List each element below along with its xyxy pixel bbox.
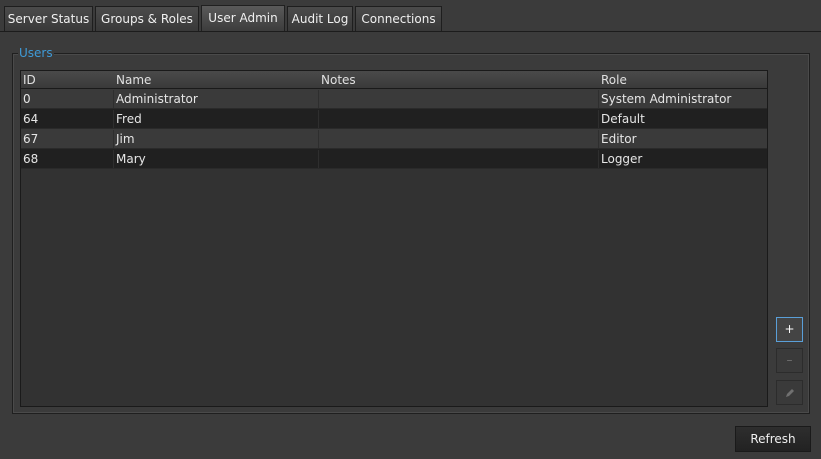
add-user-button[interactable]: + bbox=[776, 317, 803, 342]
tab-server-status[interactable]: Server Status bbox=[4, 6, 93, 32]
users-panel-title: Users bbox=[18, 46, 54, 60]
pencil-icon bbox=[784, 388, 796, 402]
tab-bar-divider bbox=[0, 31, 821, 32]
tab-bar: Server Status Groups & Roles User Admin … bbox=[0, 0, 821, 32]
cell-id: 0 bbox=[21, 90, 114, 108]
cell-role: System Administrator bbox=[601, 92, 732, 106]
cell-role: Default bbox=[601, 112, 645, 126]
column-header-name[interactable]: Name bbox=[114, 71, 319, 89]
cell-notes bbox=[319, 150, 599, 168]
cell-name: Administrator bbox=[114, 90, 319, 108]
table-row[interactable]: 67 Jim Editor bbox=[21, 129, 767, 149]
cell-role: Editor bbox=[601, 132, 637, 146]
cell-id: 68 bbox=[21, 150, 114, 168]
cell-notes bbox=[319, 90, 599, 108]
table-row[interactable]: 64 Fred Default bbox=[21, 109, 767, 129]
table-header: ID Name Notes Role bbox=[21, 71, 767, 89]
table-row[interactable]: 68 Mary Logger bbox=[21, 149, 767, 169]
cell-name: Jim bbox=[114, 130, 319, 148]
cell-role: Logger bbox=[601, 152, 643, 166]
column-header-notes[interactable]: Notes bbox=[319, 71, 599, 89]
cell-name: Mary bbox=[114, 150, 319, 168]
tab-connections[interactable]: Connections bbox=[355, 6, 442, 32]
column-header-role[interactable]: Role bbox=[599, 71, 767, 89]
users-table[interactable]: ID Name Notes Role 0 Administrator Syste… bbox=[20, 70, 768, 407]
refresh-button[interactable]: Refresh bbox=[735, 426, 811, 452]
cell-name: Fred bbox=[114, 110, 319, 128]
table-row[interactable]: 0 Administrator System Administrator bbox=[21, 89, 767, 109]
cell-id: 64 bbox=[21, 110, 114, 128]
column-header-id[interactable]: ID bbox=[21, 71, 114, 89]
tab-groups-roles[interactable]: Groups & Roles bbox=[95, 6, 199, 32]
cell-notes bbox=[319, 110, 599, 128]
cell-id: 67 bbox=[21, 130, 114, 148]
cell-notes bbox=[319, 130, 599, 148]
edit-user-button[interactable] bbox=[776, 380, 803, 405]
remove-user-button[interactable]: – bbox=[776, 348, 803, 373]
tab-user-admin[interactable]: User Admin bbox=[201, 5, 285, 32]
tab-audit-log[interactable]: Audit Log bbox=[287, 6, 353, 32]
